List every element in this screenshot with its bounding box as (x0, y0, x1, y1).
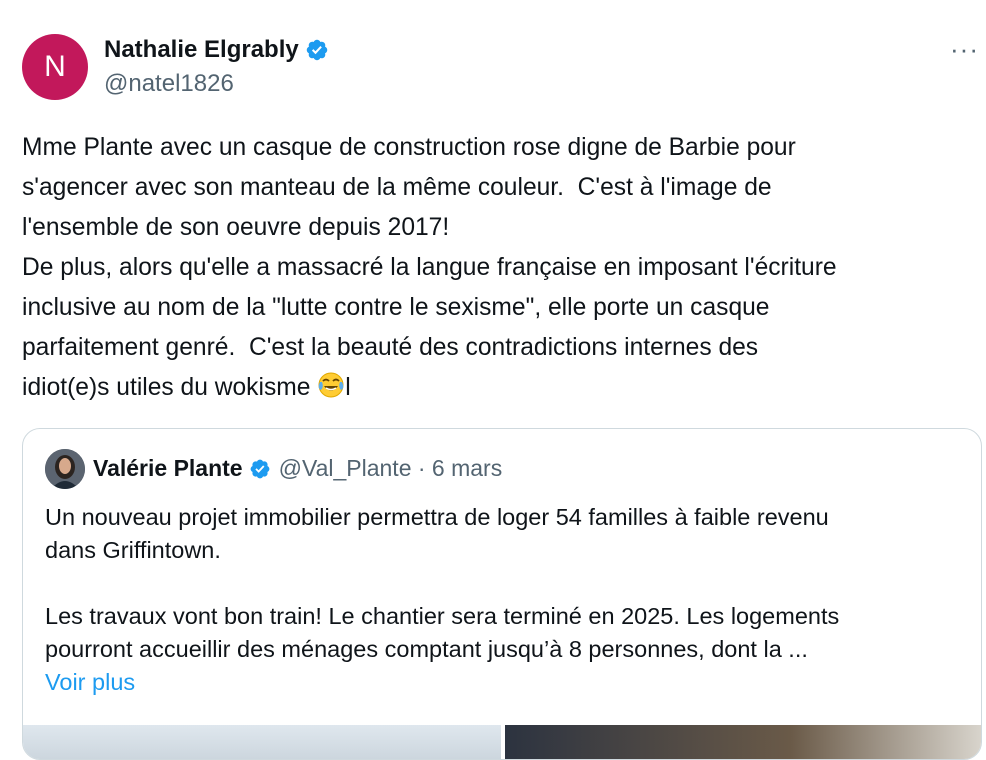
verified-badge-icon (250, 459, 269, 478)
tweet-line: De plus, alors qu'elle a massacré la lan… (22, 254, 837, 281)
tweet-line: s'agencer avec son manteau de la même co… (22, 174, 772, 201)
person-photo-icon (45, 449, 85, 489)
quoted-media[interactable] (23, 725, 981, 759)
quoted-line: pourront accueillir des ménages comptant… (45, 636, 808, 662)
avatar-initial: N (44, 50, 66, 83)
quoted-line: dans Griffintown. (45, 537, 221, 563)
quoted-line (45, 567, 965, 600)
tweet-last-line: idiot(e)s utiles du wokisme l (22, 368, 972, 408)
tweet-line: Mme Plante avec un casque de constructio… (22, 134, 796, 161)
tweet-line: l'ensemble de son oeuvre depuis 2017! (22, 214, 450, 241)
tweet-line-text: idiot(e)s utiles du wokisme (22, 374, 318, 401)
verified-badge-icon (306, 39, 327, 61)
tweet-line: parfaitement genré. C'est la beauté des … (22, 334, 759, 361)
tweet-line: inclusive au nom de la "lutte contre le … (22, 294, 770, 321)
tweet-trailing-text: l (345, 374, 351, 401)
quoted-line: Les travaux vont bon train! Le chantier … (45, 603, 840, 629)
quoted-author-avatar[interactable] (45, 449, 85, 489)
quoted-author-name[interactable]: Valérie Plante (93, 455, 243, 482)
media-image-right[interactable] (505, 725, 981, 759)
quoted-handle-date[interactable]: @Val_Plante · 6 mars (279, 455, 503, 482)
author-handle[interactable]: @natel1826 (104, 70, 234, 98)
face-with-tears-of-joy-icon (318, 372, 344, 398)
more-options-icon[interactable]: ··· (950, 34, 979, 65)
quoted-tweet[interactable]: Valérie Plante @Val_Plante · 6 mars Un n… (22, 428, 982, 760)
author-name-row: Nathalie Elgrably (104, 36, 329, 64)
quoted-line: Un nouveau projet immobilier permettra d… (45, 504, 829, 530)
tweet-text: Mme Plante avec un casque de constructio… (22, 128, 972, 408)
quoted-text: Un nouveau projet immobilier permettra d… (45, 501, 965, 699)
quoted-header: Valérie Plante @Val_Plante · 6 mars (93, 455, 502, 482)
voir-plus-link[interactable]: Voir plus (45, 666, 965, 699)
author-avatar[interactable]: N (22, 34, 88, 100)
author-name[interactable]: Nathalie Elgrably (104, 36, 299, 64)
media-image-left[interactable] (23, 725, 501, 759)
